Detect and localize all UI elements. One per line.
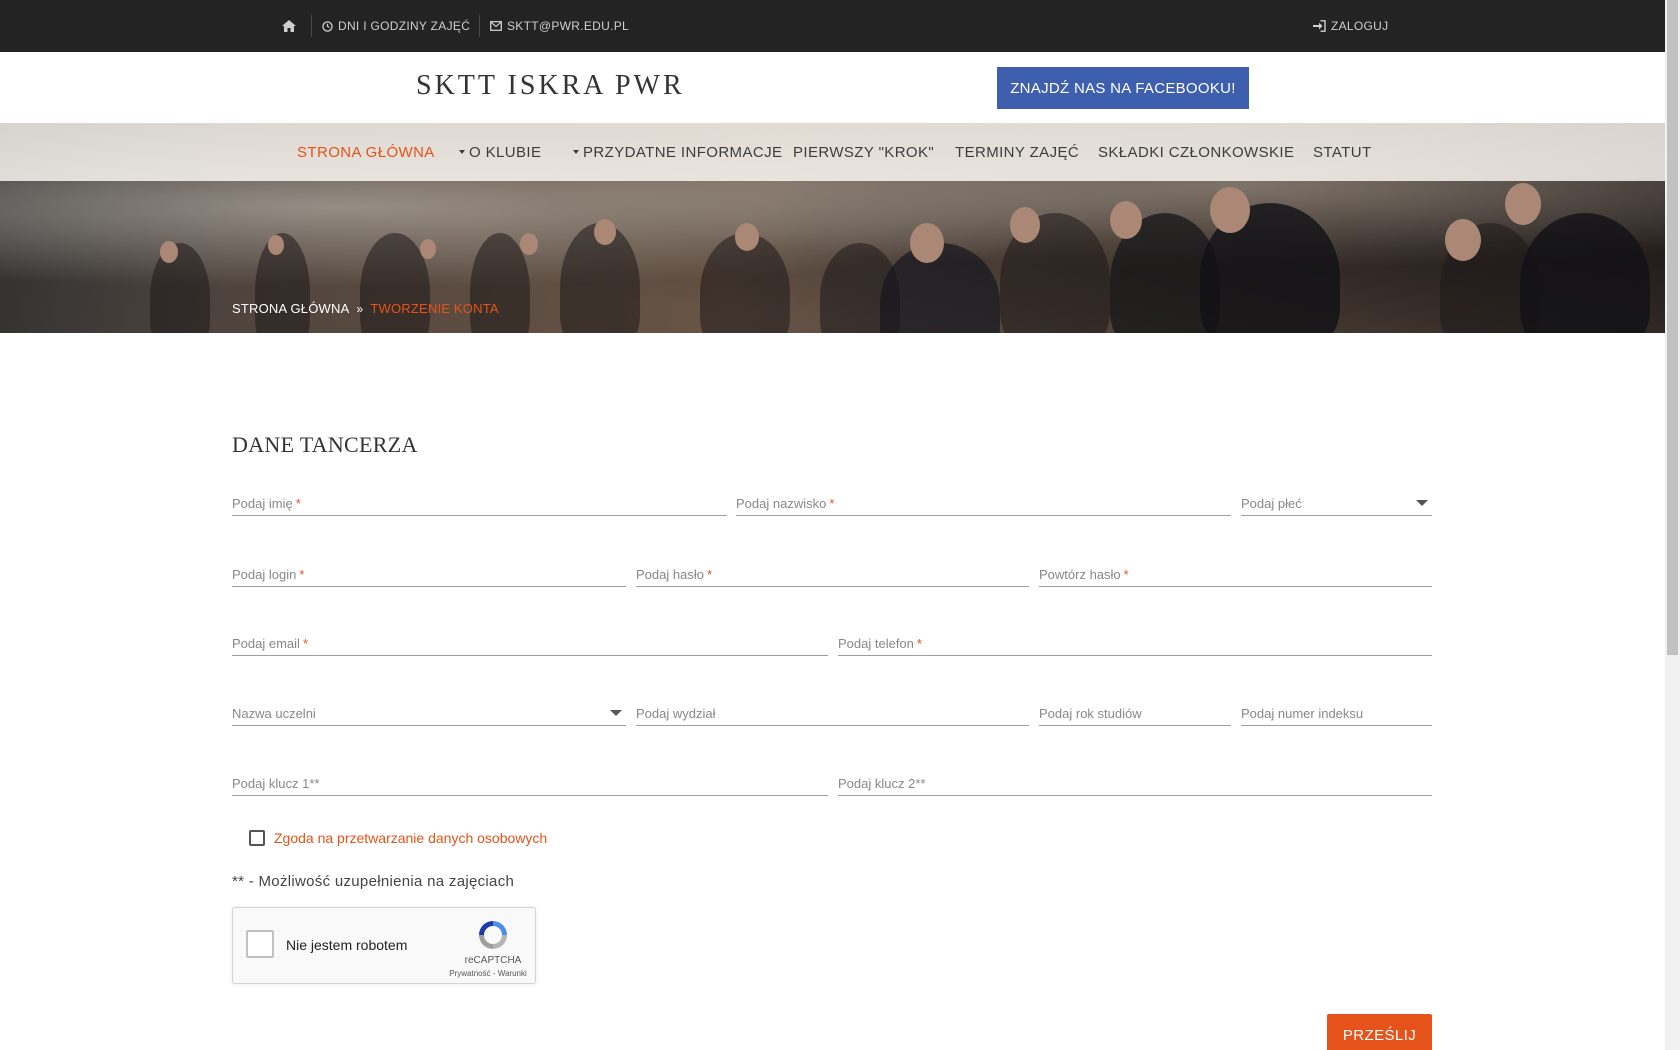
phone-placeholder: Podaj telefon [838, 636, 914, 651]
page: DNI I GODZINY ZAJĘĆ SKTT@PWR.EDU.PL ZALO… [0, 0, 1665, 1050]
envelope-icon [490, 21, 502, 31]
home-link[interactable] [282, 0, 301, 52]
submit-button[interactable]: PRZEŚLIJ [1327, 1014, 1432, 1050]
optional-note: ** - Możliwość uzupełnienia na zajęciach [232, 873, 515, 890]
page-scrollbar[interactable] [1665, 0, 1680, 1050]
schedule-label: DNI I GODZINY ZAJĘĆ [338, 19, 471, 33]
required-marker: * [302, 636, 308, 651]
site-header: SKTT ISKRA PWR ZNAJDŹ NAS NA FACEBOOKU! [0, 52, 1665, 123]
last-name-placeholder: Podaj nazwisko [736, 496, 827, 511]
last-name-field[interactable]: Podaj nazwisko * [736, 482, 1231, 516]
nav-item-first-step[interactable]: PIERWSZY "KROK" [793, 123, 934, 181]
key2-placeholder: Podaj klucz 2** [838, 776, 926, 791]
facebook-button[interactable]: ZNAJDŹ NAS NA FACEBOOKU! [997, 67, 1249, 109]
hero-banner: STRONA GŁÓWNA O KLUBIE PRZYDATNE INFORMA… [0, 123, 1665, 333]
nav-label: STRONA GŁÓWNA [297, 143, 435, 161]
main-nav: STRONA GŁÓWNA O KLUBIE PRZYDATNE INFORMA… [0, 123, 1665, 181]
required-marker: * [829, 496, 835, 511]
gender-placeholder: Podaj płeć [1241, 496, 1302, 511]
login-link[interactable]: ZALOGUJ [1313, 0, 1388, 52]
caret-down-icon [459, 150, 465, 154]
email-link[interactable]: SKTT@PWR.EDU.PL [490, 0, 629, 52]
nav-label: O KLUBIE [469, 143, 542, 161]
study-year-field[interactable]: Podaj rok studiów [1039, 692, 1231, 726]
index-number-placeholder: Podaj numer indeksu [1241, 706, 1364, 721]
caret-down-icon [573, 150, 579, 154]
breadcrumb-current: TWORZENIE KONTA [370, 301, 499, 316]
nav-item-info[interactable]: PRZYDATNE INFORMACJE [573, 123, 782, 181]
password-repeat-field[interactable]: Powtórz hasło * [1039, 553, 1432, 587]
nav-label: PRZYDATNE INFORMACJE [583, 143, 783, 161]
university-placeholder: Nazwa uczelni [232, 706, 316, 721]
dropdown-arrow-icon [1416, 500, 1428, 506]
nav-item-about[interactable]: O KLUBIE [459, 123, 541, 181]
recaptcha-links[interactable]: Prywatność - Warunki [443, 969, 533, 978]
required-marker: * [916, 636, 922, 651]
required-marker: * [295, 496, 301, 511]
faculty-field[interactable]: Podaj wydział [636, 692, 1029, 726]
phone-field[interactable]: Podaj telefon * [838, 622, 1432, 656]
first-name-field[interactable]: Podaj imię * [232, 482, 727, 516]
divider [479, 15, 480, 37]
login-placeholder: Podaj login [232, 567, 297, 582]
top-bar: DNI I GODZINY ZAJĘĆ SKTT@PWR.EDU.PL ZALO… [0, 0, 1665, 52]
nav-item-home[interactable]: STRONA GŁÓWNA [297, 123, 435, 181]
nav-item-statute[interactable]: STATUT [1313, 123, 1372, 181]
email-field[interactable]: Podaj email * [232, 622, 828, 656]
faculty-placeholder: Podaj wydział [636, 706, 716, 721]
required-marker: * [299, 567, 305, 582]
nav-item-schedule[interactable]: TERMINY ZAJĘĆ [955, 123, 1079, 181]
first-name-placeholder: Podaj imię [232, 496, 293, 511]
nav-label: PIERWSZY "KROK" [793, 143, 935, 161]
required-marker: * [706, 567, 713, 582]
gender-select[interactable]: Podaj płeć [1241, 482, 1432, 516]
recaptcha-logo-icon [479, 921, 507, 949]
index-number-field[interactable]: Podaj numer indeksu [1241, 692, 1432, 726]
breadcrumb: STRONA GŁÓWNA » TWORZENIE KONTA [232, 301, 499, 316]
key1-placeholder: Podaj klucz 1** [232, 776, 320, 791]
study-year-placeholder: Podaj rok studiów [1039, 706, 1142, 721]
recaptcha-label: Nie jestem robotem [286, 937, 408, 953]
divider [311, 15, 312, 37]
nav-label: TERMINY ZAJĘĆ [955, 143, 1080, 161]
password-placeholder: Podaj hasło [636, 567, 704, 582]
university-select[interactable]: Nazwa uczelni [232, 692, 626, 726]
breadcrumb-separator: » [356, 301, 364, 316]
dropdown-arrow-icon [610, 710, 622, 716]
home-icon [282, 20, 296, 32]
consent-row: Zgoda na przetwarzanie danych osobowych [249, 830, 547, 846]
site-logo[interactable]: SKTT ISKRA PWR [416, 70, 685, 102]
breadcrumb-home[interactable]: STRONA GŁÓWNA [232, 301, 349, 316]
email-label: SKTT@PWR.EDU.PL [507, 19, 630, 33]
password-repeat-placeholder: Powtórz hasło [1039, 567, 1121, 582]
recaptcha-widget: Nie jestem robotem reCAPTCHA Prywatność … [232, 907, 536, 984]
schedule-link[interactable]: DNI I GODZINY ZAJĘĆ [322, 0, 470, 52]
recaptcha-checkbox[interactable] [246, 930, 274, 958]
key2-field[interactable]: Podaj klucz 2** [838, 762, 1432, 796]
recaptcha-brand: reCAPTCHA [464, 955, 522, 966]
sign-in-icon [1313, 20, 1326, 32]
section-title: DANE TANCERZA [232, 432, 418, 457]
login-label: ZALOGUJ [1331, 19, 1389, 33]
nav-label: STATUT [1313, 143, 1372, 161]
nav-item-fees[interactable]: SKŁADKI CZŁONKOWSKIE [1098, 123, 1294, 181]
clock-icon [322, 20, 333, 32]
required-marker: * [1123, 567, 1129, 582]
login-field[interactable]: Podaj login * [232, 553, 626, 587]
consent-checkbox[interactable] [249, 830, 265, 846]
scrollbar-thumb[interactable] [1667, 0, 1678, 655]
consent-label[interactable]: Zgoda na przetwarzanie danych osobowych [274, 830, 547, 846]
nav-label: SKŁADKI CZŁONKOWSKIE [1098, 143, 1295, 161]
password-field[interactable]: Podaj hasło * [636, 553, 1029, 587]
key1-field[interactable]: Podaj klucz 1** [232, 762, 828, 796]
email-placeholder: Podaj email [232, 636, 300, 651]
